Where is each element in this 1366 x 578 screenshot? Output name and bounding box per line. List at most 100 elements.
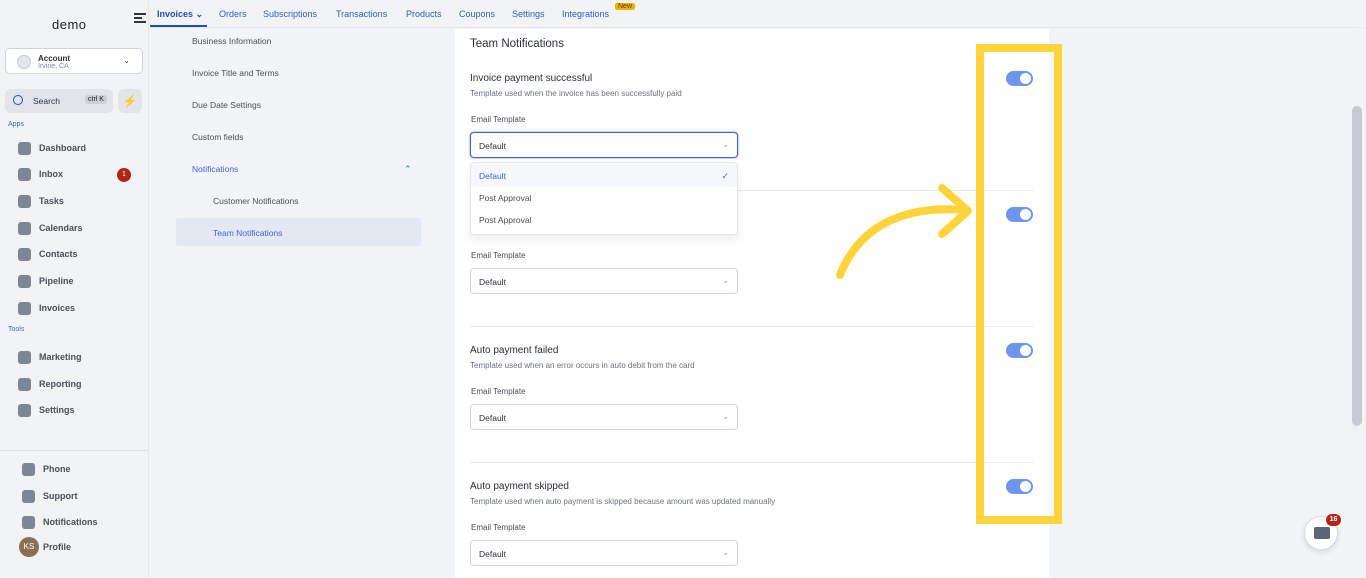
phone-icon (22, 462, 35, 476)
dashboard-icon (18, 141, 31, 155)
item-description: Template used when the invoice has been … (470, 89, 682, 98)
email-template-label: Email Template (471, 523, 526, 532)
avatar[interactable]: KS (19, 537, 39, 557)
item-title: Invoice payment successful (470, 73, 593, 84)
chevron-down-icon: ⌄ (722, 276, 729, 285)
chat-badge: 16 (1326, 514, 1341, 526)
sidebar-item-pipeline[interactable]: Pipeline (18, 274, 74, 288)
account-location: Irvine, CA (38, 63, 69, 70)
reporting-icon (18, 377, 31, 391)
sidebar-item-notifications[interactable]: Notifications (22, 515, 98, 529)
email-template-select[interactable]: Default ⌄ (470, 404, 738, 430)
subnav-due-date-settings[interactable]: Due Date Settings (192, 100, 261, 110)
email-template-dropdown: Default ✓ Post Approval Post Approval (470, 162, 738, 235)
calendar-icon (18, 221, 31, 235)
account-name: Account (38, 54, 70, 63)
chevron-down-icon: ⌄ (722, 548, 729, 557)
quick-action-icon[interactable]: ⚡ (118, 89, 142, 113)
sidebar-item-reporting[interactable]: Reporting (18, 377, 82, 391)
dropdown-option-post-approval[interactable]: Post Approval (471, 187, 737, 209)
search-label: Search (33, 96, 60, 106)
apps-section-label: Apps (8, 121, 24, 128)
account-switcher[interactable]: Account Irvine, CA ⌄ (5, 48, 143, 74)
chevron-up-icon[interactable]: ⌃ (404, 164, 412, 175)
bell-icon (22, 515, 35, 529)
sidebar-item-phone[interactable]: Phone (22, 462, 71, 476)
pipeline-icon (18, 274, 31, 288)
tutorial-arrow-icon (836, 184, 972, 279)
page-title: Team Notifications (470, 38, 564, 50)
chat-icon (1314, 527, 1330, 539)
search-shortcut: ctrl K (85, 95, 107, 104)
divider (470, 326, 1034, 327)
select-value: Default (479, 413, 506, 423)
item-description: Template used when an error occurs in au… (470, 361, 695, 370)
item-title: Auto payment skipped (470, 481, 569, 492)
subnav-notifications[interactable]: Notifications (192, 164, 238, 174)
tab-integrations[interactable]: Integrations (562, 9, 609, 19)
account-icon (17, 55, 31, 69)
sidebar-item-tasks[interactable]: Tasks (18, 194, 64, 208)
subnav-customer-notifications[interactable]: Customer Notifications (213, 196, 299, 206)
subnav-invoice-title-terms[interactable]: Invoice Title and Terms (192, 68, 279, 78)
chevron-down-icon: ⌄ (722, 140, 729, 149)
app-logo[interactable]: demo (52, 17, 87, 32)
tab-coupons[interactable]: Coupons (459, 9, 495, 19)
tab-invoices[interactable]: Invoices ⌄ (157, 9, 203, 20)
sidebar: demo Account Irvine, CA ⌄ Search ctrl K … (0, 0, 149, 578)
sidebar-item-support[interactable]: Support (22, 489, 78, 503)
sidebar-item-marketing[interactable]: Marketing (18, 350, 82, 364)
sidebar-item-settings[interactable]: Settings (18, 403, 75, 417)
item-title: Auto payment failed (470, 345, 559, 356)
sidebar-item-dashboard[interactable]: Dashboard (18, 141, 86, 155)
tools-section-label: Tools (8, 326, 25, 333)
marketing-icon (18, 350, 31, 364)
select-value: Default (479, 141, 506, 151)
email-template-label: Email Template (471, 387, 526, 396)
divider (470, 462, 1034, 463)
new-badge: New (615, 3, 636, 10)
search-button[interactable]: Search ctrl K (5, 89, 113, 113)
tab-products[interactable]: Products (406, 9, 442, 19)
sidebar-item-calendars[interactable]: Calendars (18, 221, 83, 235)
sidebar-item-inbox[interactable]: Inbox (18, 167, 63, 181)
tab-transactions[interactable]: Transactions (336, 9, 387, 19)
subnav-custom-fields[interactable]: Custom fields (192, 132, 244, 142)
top-nav: Invoices ⌄ Orders Subscriptions Transact… (150, 0, 1366, 28)
scrollbar-thumb[interactable] (1352, 106, 1362, 426)
tab-orders[interactable]: Orders (219, 9, 247, 19)
chevron-down-icon: ⌄ (123, 56, 130, 65)
menu-toggle-icon[interactable] (134, 13, 146, 25)
sidebar-divider (0, 450, 149, 451)
main-panel (455, 29, 1049, 578)
sidebar-item-invoices[interactable]: Invoices (18, 301, 75, 315)
dropdown-option-post-approval[interactable]: Post Approval (471, 209, 737, 231)
subnav-team-notifications[interactable]: Team Notifications (213, 228, 282, 238)
email-template-select[interactable]: Default ⌄ (470, 132, 738, 158)
tasks-icon (18, 194, 31, 208)
tab-settings[interactable]: Settings (512, 9, 545, 19)
subnav-business-information[interactable]: Business Information (192, 36, 271, 46)
sidebar-item-contacts[interactable]: Contacts (18, 247, 78, 261)
check-icon: ✓ (721, 171, 729, 181)
email-template-select[interactable]: Default ⌄ (470, 268, 738, 294)
active-tab-indicator (150, 25, 207, 27)
contacts-icon (18, 247, 31, 261)
settings-icon (18, 403, 31, 417)
email-template-label: Email Template (471, 251, 526, 260)
select-value: Default (479, 277, 506, 287)
sidebar-item-profile[interactable]: Profile (43, 540, 71, 554)
inbox-icon (18, 167, 31, 181)
dropdown-option-default[interactable]: Default ✓ (471, 165, 737, 187)
select-value: Default (479, 549, 506, 559)
inbox-badge: 1 (117, 168, 131, 182)
email-template-select[interactable]: Default ⌄ (470, 540, 738, 566)
chevron-down-icon: ⌄ (722, 412, 729, 421)
search-icon (13, 95, 23, 105)
tab-subscriptions[interactable]: Subscriptions (263, 9, 317, 19)
toggle-highlight-box (976, 44, 1062, 524)
item-description: Template used when auto payment is skipp… (470, 497, 776, 506)
invoices-icon (18, 301, 31, 315)
email-template-label: Email Template (471, 115, 526, 124)
support-icon (22, 489, 35, 503)
